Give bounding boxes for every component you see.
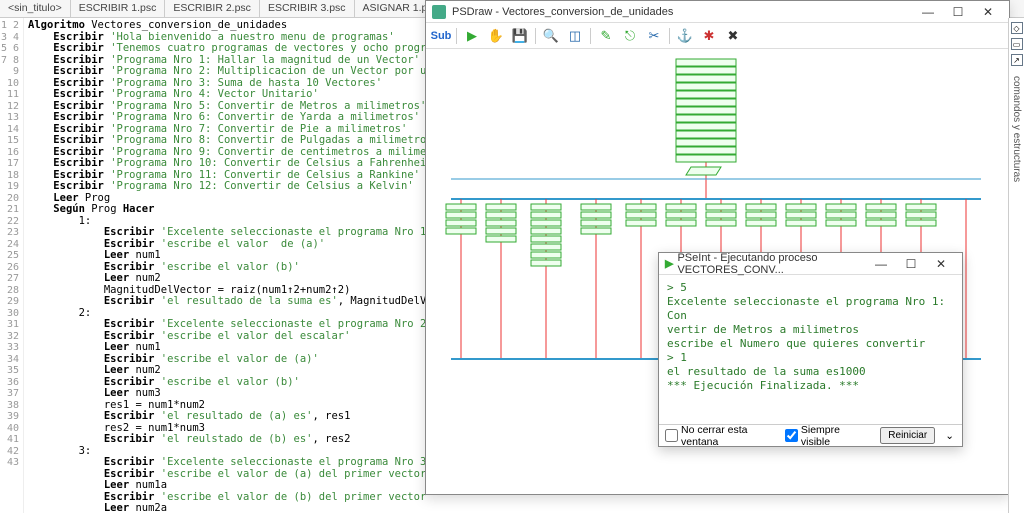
tab-escribir3[interactable]: ESCRIBIR 3.psc (260, 0, 355, 17)
structures-sidebar[interactable]: ◇ ▭ ↗ comandos y estructuras (1008, 18, 1024, 513)
console-minimize-button[interactable]: ― (866, 254, 896, 274)
no-close-checkbox[interactable]: No cerrar esta ventana (665, 424, 777, 448)
psdraw-toolbar: Sub ▶ ✋ 💾 🔍 ◫ ✎ ⎋ ✂ ⚓ ✱ ✖ (426, 23, 1009, 49)
help-icon[interactable]: ✱ (700, 27, 718, 45)
save-icon[interactable]: 💾 (511, 27, 529, 45)
tool-rect-icon[interactable]: ◇ (1011, 22, 1023, 34)
console-title: PSeInt - Ejecutando proceso VECTORES_CON… (677, 252, 866, 276)
line-gutter: 1 2 3 4 5 6 7 8 9 10 11 12 13 14 15 16 1… (0, 18, 24, 513)
tab-sin-titulo[interactable]: <sin_titulo> (0, 0, 71, 17)
restart-button[interactable]: Reiniciar (880, 427, 935, 444)
style-icon[interactable]: ⎋ (621, 27, 639, 45)
settings-icon[interactable]: ⚓ (676, 27, 694, 45)
maximize-button[interactable]: ☐ (943, 2, 973, 22)
tool-arrow-icon[interactable]: ↗ (1011, 54, 1023, 66)
hand-icon[interactable]: ✋ (487, 27, 505, 45)
psdraw-app-icon (432, 5, 446, 19)
close-diagram-icon[interactable]: ✖ (724, 27, 742, 45)
console-footer: No cerrar esta ventana Siempre visible R… (659, 424, 962, 446)
console-maximize-button[interactable]: ☐ (896, 254, 926, 274)
tab-escribir2[interactable]: ESCRIBIR 2.psc (165, 0, 260, 17)
minimize-button[interactable]: ― (913, 2, 943, 22)
crop-icon[interactable]: ◫ (566, 27, 584, 45)
console-output[interactable]: > 5 Excelente seleccionaste el programa … (659, 275, 962, 424)
close-button[interactable]: ✕ (973, 2, 1003, 22)
console-window: ▶ PSeInt - Ejecutando proceso VECTORES_C… (658, 252, 963, 447)
tab-escribir1[interactable]: ESCRIBIR 1.psc (71, 0, 166, 17)
pseint-run-icon: ▶ (665, 257, 673, 270)
console-close-button[interactable]: ✕ (926, 254, 956, 274)
play-icon[interactable]: ▶ (463, 27, 481, 45)
always-visible-checkbox[interactable]: Siempre visible (785, 424, 864, 448)
zoom-icon[interactable]: 🔍 (542, 27, 560, 45)
comment-icon[interactable]: ✎ (597, 27, 615, 45)
sub-button[interactable]: Sub (432, 27, 450, 45)
flowchart-escribir-stack (676, 59, 736, 175)
cut-icon[interactable]: ✂ (645, 27, 663, 45)
psdraw-title: PSDraw - Vectores_conversion_de_unidades (452, 6, 913, 18)
dropdown-icon[interactable]: ⌄ (943, 430, 956, 442)
tool-box-icon[interactable]: ▭ (1011, 38, 1023, 50)
psdraw-titlebar[interactable]: PSDraw - Vectores_conversion_de_unidades… (426, 1, 1009, 23)
console-titlebar[interactable]: ▶ PSeInt - Ejecutando proceso VECTORES_C… (659, 253, 962, 275)
sidebar-label: comandos y estructuras (1011, 76, 1022, 182)
